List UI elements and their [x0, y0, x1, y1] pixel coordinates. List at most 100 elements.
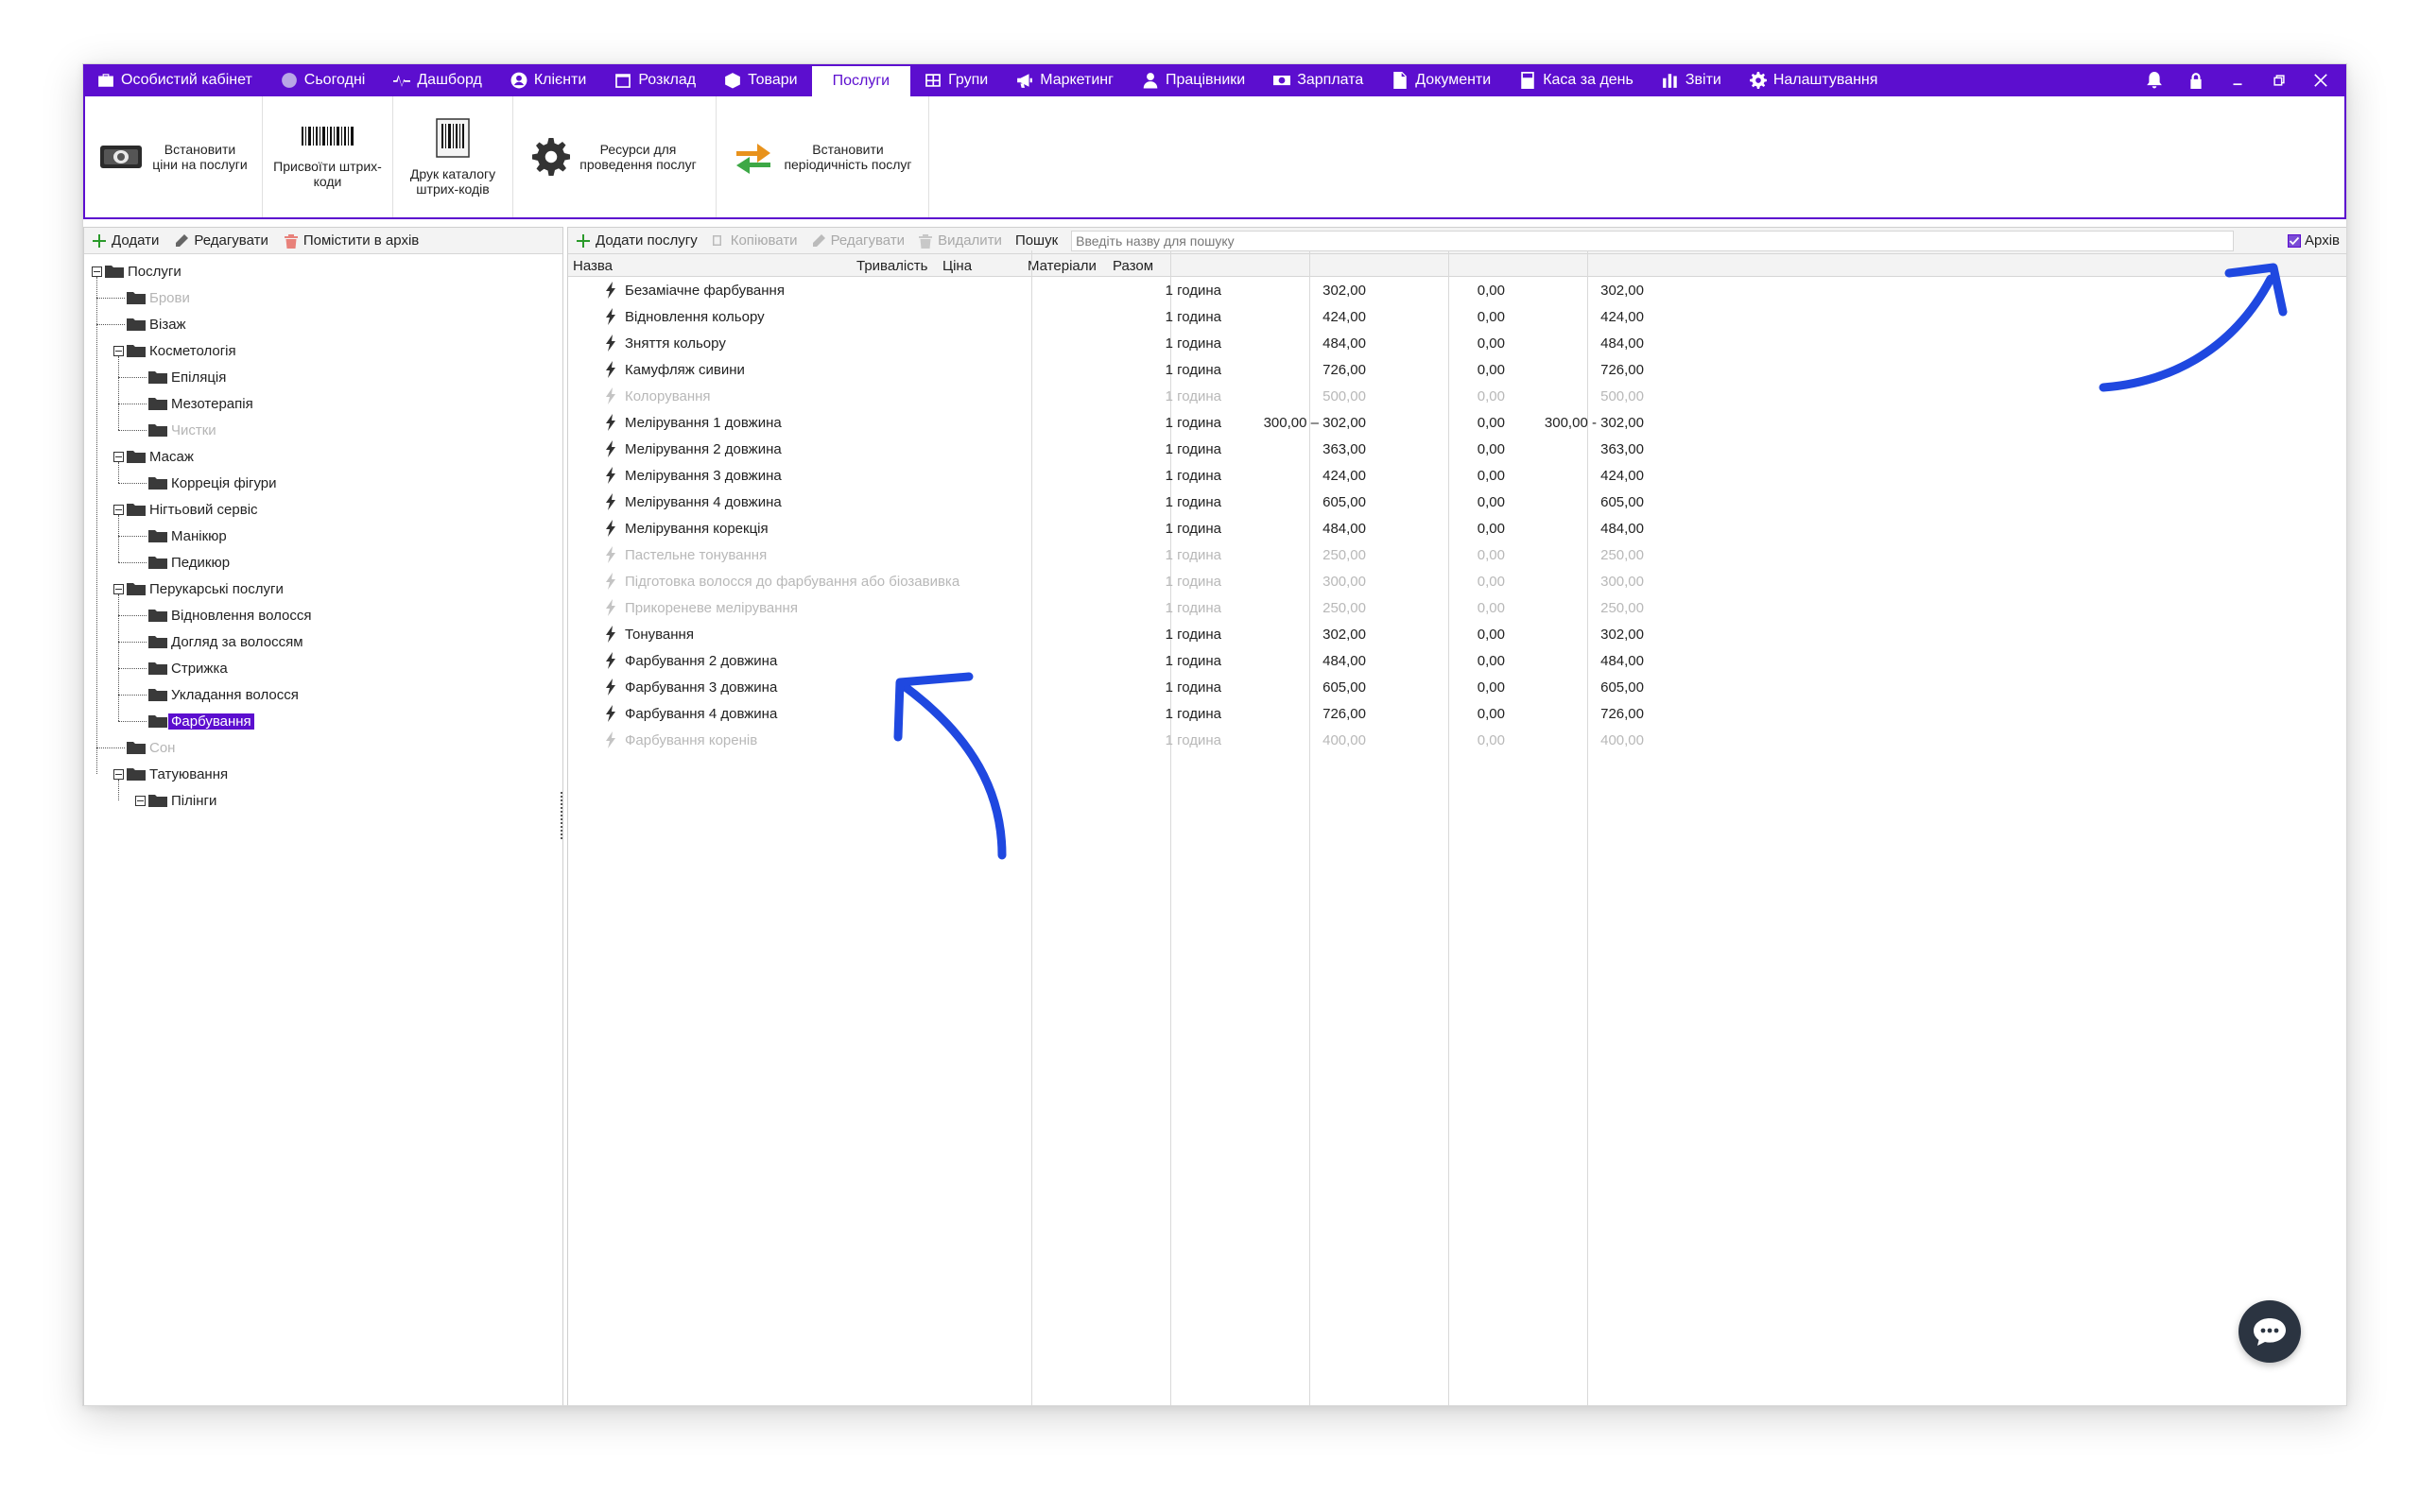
service-materials: 0,00	[1477, 627, 1505, 643]
service-row[interactable]: Фарбування 2 довжина 1 година 484,00 0,00 48…	[568, 647, 2346, 674]
column-header-price[interactable]: Ціна	[942, 258, 972, 274]
gear-icon	[532, 138, 571, 176]
nav-daily-cash[interactable]: Каса за день	[1505, 64, 1648, 96]
panel-splitter[interactable]	[561, 792, 564, 839]
service-row[interactable]: Безаміачне фарбування 1 година 302,00 0,00 3…	[568, 277, 2346, 303]
tree-item-label: Масаж	[149, 448, 194, 465]
restore-button[interactable]	[2271, 72, 2288, 89]
tree-item[interactable]: Косметологія	[84, 337, 562, 364]
service-materials: 0,00	[1477, 468, 1505, 484]
tree-item[interactable]: Фарбування	[84, 708, 562, 734]
add-service-button[interactable]: Додати послугу	[576, 232, 698, 249]
copy-button[interactable]: Копіювати	[711, 232, 798, 249]
archive-category-button[interactable]: Помістити в архів	[284, 232, 419, 249]
service-row[interactable]: Мелірування 2 довжина 1 година 363,00 0,00 3…	[568, 436, 2346, 462]
tree-item[interactable]: Манікюр	[84, 523, 562, 549]
tree-item[interactable]: Татуювання	[84, 761, 562, 787]
tree-item[interactable]: Нігтьовий сервіс	[84, 496, 562, 523]
service-name: Мелірування 1 довжина	[625, 415, 782, 431]
service-row[interactable]: Підготовка волосся до фарбування або біо…	[568, 568, 2346, 594]
nav-marketing[interactable]: Маркетинг	[1002, 64, 1128, 96]
print-barcode-catalog-button[interactable]: Друк каталогу штрих-кодів	[393, 96, 513, 217]
search-label: Пошук	[1014, 232, 1059, 249]
tree-item[interactable]: Перукарські послуги	[84, 576, 562, 602]
nav-settings[interactable]: Налаштування	[1736, 64, 1893, 96]
column-header-materials[interactable]: Матеріали	[1028, 258, 1097, 274]
tree-item[interactable]: Догляд за волоссям	[84, 628, 562, 655]
service-row[interactable]: Відновлення кольору 1 година 424,00 0,00 424…	[568, 303, 2346, 330]
service-row[interactable]: Фарбування коренів 1 година 400,00 0,00 400,…	[568, 727, 2346, 753]
tree-item[interactable]: Сон	[84, 734, 562, 761]
column-header-total[interactable]: Разом	[1113, 258, 1153, 274]
tree-expander[interactable]	[113, 505, 124, 515]
nav-personal-cabinet[interactable]: Особистий кабінет	[83, 64, 267, 96]
tree-item[interactable]: Візаж	[84, 311, 562, 337]
service-row[interactable]: Фарбування 4 довжина 1 година 726,00 0,00 72…	[568, 700, 2346, 727]
service-row[interactable]: Мелірування 4 довжина 1 година 605,00 0,00 6…	[568, 489, 2346, 515]
tree-expander[interactable]	[113, 584, 124, 594]
column-header-name[interactable]: Назва	[573, 258, 613, 274]
checkbox-checked[interactable]	[2288, 233, 2302, 248]
column-header-duration[interactable]: Тривалість	[856, 258, 927, 274]
tree-item[interactable]: Педикюр	[84, 549, 562, 576]
nav-clients[interactable]: Клієнти	[496, 64, 600, 96]
service-price: 484,00	[1322, 653, 1366, 669]
lightning-icon	[604, 705, 617, 722]
delete-button[interactable]: Видалити	[918, 232, 1002, 249]
service-row[interactable]: Колорування 1 година 500,00 0,00 500,00	[568, 383, 2346, 409]
set-prices-button[interactable]: Встановити ціни на послуги	[85, 96, 263, 217]
tree-item[interactable]: Відновлення волосся	[84, 602, 562, 628]
tree-expander[interactable]	[92, 266, 102, 277]
tree-item[interactable]: Епіляція	[84, 364, 562, 390]
service-row[interactable]: Мелірування 3 довжина 1 година 424,00 0,00 4…	[568, 462, 2346, 489]
service-row[interactable]: Тонування 1 година 302,00 0,00 302,00	[568, 621, 2346, 647]
notifications-button[interactable]	[2146, 72, 2163, 89]
nav-employees[interactable]: Працівники	[1128, 64, 1259, 96]
tree-item[interactable]: Корреція фігури	[84, 470, 562, 496]
close-button[interactable]	[2312, 72, 2329, 89]
tree-expander[interactable]	[113, 769, 124, 780]
archive-checkbox[interactable]: Архів	[2288, 232, 2340, 249]
nav-reports[interactable]: Звіти	[1648, 64, 1736, 96]
nav-products[interactable]: Товари	[710, 64, 811, 96]
tree-expander[interactable]	[135, 796, 146, 806]
nav-salary[interactable]: Зарплата	[1259, 64, 1377, 96]
tree-item[interactable]: Послуги	[84, 258, 562, 284]
tree-item[interactable]: Масаж	[84, 443, 562, 470]
service-row[interactable]: Мелірування корекція 1 година 484,00 0,00 48…	[568, 515, 2346, 541]
tree-item[interactable]: Брови	[84, 284, 562, 311]
nav-groups[interactable]: Групи	[910, 64, 1002, 96]
nav-documents[interactable]: Документи	[1377, 64, 1505, 96]
tree-expander[interactable]	[113, 346, 124, 356]
service-row[interactable]: Фарбування 3 довжина 1 година 605,00 0,00 60…	[568, 674, 2346, 700]
service-row[interactable]: Прикореневе мелірування 1 година 250,00 0,0…	[568, 594, 2346, 621]
edit-service-button[interactable]: Редагувати	[811, 232, 905, 249]
nav-services[interactable]: Послуги	[811, 66, 911, 96]
chat-button[interactable]	[2238, 1300, 2301, 1363]
tree-item[interactable]: Укладання волосся	[84, 681, 562, 708]
nav-dashboard[interactable]: Дашборд	[379, 64, 496, 96]
service-resources-button[interactable]: Ресурси для проведення послуг	[513, 96, 717, 217]
tree-item[interactable]: Мезотерапія	[84, 390, 562, 417]
set-periodicity-button[interactable]: Встановити періодичність послуг	[717, 96, 929, 217]
edit-category-button[interactable]: Редагувати	[174, 232, 268, 249]
tree-item-label: Перукарські послуги	[149, 580, 284, 597]
service-row[interactable]: Зняття кольору 1 година 484,00 0,00 484,00	[568, 330, 2346, 356]
nav-today[interactable]: Сьогодні	[267, 64, 380, 96]
tree-item[interactable]: Чистки	[84, 417, 562, 443]
minimize-button[interactable]	[2229, 72, 2246, 89]
search-input[interactable]	[1071, 230, 2235, 251]
tree-item[interactable]: Стрижка	[84, 655, 562, 681]
tree-item-label: Візаж	[149, 316, 186, 333]
calendar-icon	[615, 74, 631, 88]
tree-expander[interactable]	[113, 452, 124, 462]
service-row[interactable]: Пастельне тонування 1 година 250,00 0,00 250…	[568, 541, 2346, 568]
nav-schedule[interactable]: Розклад	[600, 64, 710, 96]
service-row[interactable]: Камуфляж сивини 1 година 726,00 0,00 726,00	[568, 356, 2346, 383]
add-category-button[interactable]: Додати	[92, 232, 159, 249]
lock-button[interactable]	[2187, 72, 2204, 89]
tree-item[interactable]: Пілінги	[84, 787, 562, 814]
assign-barcodes-button[interactable]: Присвоїти штрих- коди	[263, 96, 393, 217]
close-icon	[2314, 74, 2327, 87]
service-row[interactable]: Мелірування 1 довжина 1 година 300,00 – 30…	[568, 409, 2346, 436]
